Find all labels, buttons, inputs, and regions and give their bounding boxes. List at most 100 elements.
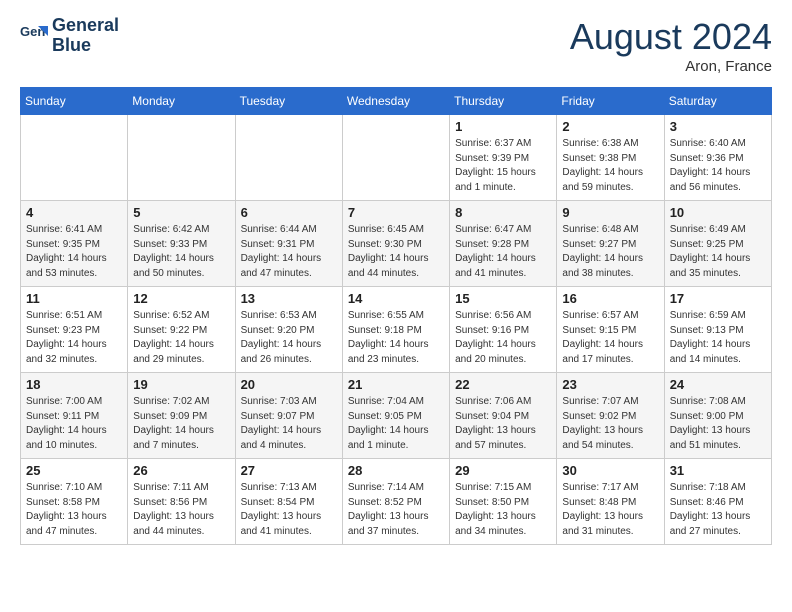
calendar-cell <box>342 115 449 201</box>
day-number: 20 <box>241 377 337 392</box>
day-number: 27 <box>241 463 337 478</box>
calendar-cell: 26Sunrise: 7:11 AM Sunset: 8:56 PM Dayli… <box>128 459 235 545</box>
day-number: 23 <box>562 377 658 392</box>
day-number: 30 <box>562 463 658 478</box>
calendar-cell: 22 Sunrise: 7:06 AM Sunset: 9:04 PM Dayli… <box>450 373 557 459</box>
calendar-cell: 23 Sunrise: 7:07 AM Sunset: 9:02 PM Dayli… <box>557 373 664 459</box>
month-title: August 2024 <box>570 16 772 58</box>
day-number: 1 <box>455 119 551 134</box>
day-info: Sunrise: 6:37 AM Sunset: 9:39 PM Dayligh… <box>455 137 551 195</box>
logo-text: General Blue <box>52 16 119 56</box>
calendar-cell: 16Sunrise: 6:57 AM Sunset: 9:15 PM Dayli… <box>557 287 664 373</box>
calendar-cell: 31Sunrise: 7:18 AM Sunset: 8:46 PM Dayli… <box>664 459 771 545</box>
calendar-cell: 12 Sunrise: 6:52 AM Sunset: 9:22 PM Dayli… <box>128 287 235 373</box>
day-info: Sunrise: 6:55 AM Sunset: 9:18 PM Dayligh… <box>348 309 444 367</box>
day-info: Sunrise: 7:07 AM Sunset: 9:02 PM Dayligh… <box>562 395 658 453</box>
day-info: Sunrise: 6:57 AM Sunset: 9:15 PM Dayligh… <box>562 309 658 367</box>
day-info: Sunrise: 6:47 AM Sunset: 9:28 PM Dayligh… <box>455 223 551 281</box>
day-info: Sunrise: 6:42 AM Sunset: 9:33 PM Dayligh… <box>133 223 229 281</box>
day-info: Sunrise: 7:17 AM Sunset: 8:48 PM Dayligh… <box>562 481 658 539</box>
day-info: Sunrise: 6:41 AM Sunset: 9:35 PM Dayligh… <box>26 223 122 281</box>
logo-icon: Gen <box>20 22 48 50</box>
weekday-header: Thursday <box>450 88 557 115</box>
day-number: 8 <box>455 205 551 220</box>
day-info: Sunrise: 7:04 AM Sunset: 9:05 PM Dayligh… <box>348 395 444 453</box>
day-info: Sunrise: 7:06 AM Sunset: 9:04 PM Dayligh… <box>455 395 551 453</box>
day-info: Sunrise: 6:51 AM Sunset: 9:23 PM Dayligh… <box>26 309 122 367</box>
day-info: Sunrise: 7:13 AM Sunset: 8:54 PM Dayligh… <box>241 481 337 539</box>
day-info: Sunrise: 6:52 AM Sunset: 9:22 PM Dayligh… <box>133 309 229 367</box>
calendar-cell: 10 Sunrise: 6:49 AM Sunset: 9:25 PM Dayli… <box>664 201 771 287</box>
calendar-cell: 24 Sunrise: 7:08 AM Sunset: 9:00 PM Dayli… <box>664 373 771 459</box>
location: Aron, France <box>570 58 772 75</box>
logo: Gen General Blue <box>20 16 119 56</box>
day-number: 24 <box>670 377 766 392</box>
day-number: 17 <box>670 291 766 306</box>
day-info: Sunrise: 7:02 AM Sunset: 9:09 PM Dayligh… <box>133 395 229 453</box>
day-number: 29 <box>455 463 551 478</box>
day-number: 11 <box>26 291 122 306</box>
weekday-header: Wednesday <box>342 88 449 115</box>
calendar-cell: 21Sunrise: 7:04 AM Sunset: 9:05 PM Dayli… <box>342 373 449 459</box>
day-number: 25 <box>26 463 122 478</box>
calendar-cell: 28 Sunrise: 7:14 AM Sunset: 8:52 PM Dayli… <box>342 459 449 545</box>
calendar-table: SundayMondayTuesdayWednesdayThursdayFrid… <box>20 87 772 545</box>
day-info: Sunrise: 6:53 AM Sunset: 9:20 PM Dayligh… <box>241 309 337 367</box>
calendar-cell: 1 Sunrise: 6:37 AM Sunset: 9:39 PM Daylig… <box>450 115 557 201</box>
calendar-cell: 9 Sunrise: 6:48 AM Sunset: 9:27 PM Daylig… <box>557 201 664 287</box>
calendar-cell <box>128 115 235 201</box>
day-number: 22 <box>455 377 551 392</box>
calendar-cell: 18Sunrise: 7:00 AM Sunset: 9:11 PM Dayli… <box>21 373 128 459</box>
calendar-cell: 4 Sunrise: 6:41 AM Sunset: 9:35 PM Daylig… <box>21 201 128 287</box>
calendar-cell: 5 Sunrise: 6:42 AM Sunset: 9:33 PM Daylig… <box>128 201 235 287</box>
calendar-cell <box>21 115 128 201</box>
weekday-header: Monday <box>128 88 235 115</box>
day-number: 13 <box>241 291 337 306</box>
day-info: Sunrise: 6:44 AM Sunset: 9:31 PM Dayligh… <box>241 223 337 281</box>
calendar-cell: 17Sunrise: 6:59 AM Sunset: 9:13 PM Dayli… <box>664 287 771 373</box>
day-info: Sunrise: 7:10 AM Sunset: 8:58 PM Dayligh… <box>26 481 122 539</box>
day-info: Sunrise: 7:14 AM Sunset: 8:52 PM Dayligh… <box>348 481 444 539</box>
day-number: 6 <box>241 205 337 220</box>
day-info: Sunrise: 6:49 AM Sunset: 9:25 PM Dayligh… <box>670 223 766 281</box>
day-info: Sunrise: 7:00 AM Sunset: 9:11 PM Dayligh… <box>26 395 122 453</box>
calendar-cell: 2Sunrise: 6:38 AM Sunset: 9:38 PM Daylig… <box>557 115 664 201</box>
calendar-cell: 13 Sunrise: 6:53 AM Sunset: 9:20 PM Dayli… <box>235 287 342 373</box>
calendar-cell: 14 Sunrise: 6:55 AM Sunset: 9:18 PM Dayli… <box>342 287 449 373</box>
day-info: Sunrise: 6:56 AM Sunset: 9:16 PM Dayligh… <box>455 309 551 367</box>
day-number: 12 <box>133 291 229 306</box>
day-number: 14 <box>348 291 444 306</box>
calendar-cell: 11 Sunrise: 6:51 AM Sunset: 9:23 PM Dayli… <box>21 287 128 373</box>
calendar-cell <box>235 115 342 201</box>
day-info: Sunrise: 6:48 AM Sunset: 9:27 PM Dayligh… <box>562 223 658 281</box>
calendar-cell: 7 Sunrise: 6:45 AM Sunset: 9:30 PM Daylig… <box>342 201 449 287</box>
page-header: Gen General Blue August 2024 Aron, Franc… <box>20 16 772 75</box>
calendar-cell: 25 Sunrise: 7:10 AM Sunset: 8:58 PM Dayli… <box>21 459 128 545</box>
day-info: Sunrise: 7:08 AM Sunset: 9:00 PM Dayligh… <box>670 395 766 453</box>
day-info: Sunrise: 7:15 AM Sunset: 8:50 PM Dayligh… <box>455 481 551 539</box>
day-info: Sunrise: 7:18 AM Sunset: 8:46 PM Dayligh… <box>670 481 766 539</box>
day-info: Sunrise: 6:45 AM Sunset: 9:30 PM Dayligh… <box>348 223 444 281</box>
day-number: 9 <box>562 205 658 220</box>
weekday-header: Sunday <box>21 88 128 115</box>
title-block: August 2024 Aron, France <box>570 16 772 75</box>
weekday-header: Saturday <box>664 88 771 115</box>
calendar-cell: 20Sunrise: 7:03 AM Sunset: 9:07 PM Dayli… <box>235 373 342 459</box>
calendar-cell: 15 Sunrise: 6:56 AM Sunset: 9:16 PM Dayli… <box>450 287 557 373</box>
calendar-cell: 29 Sunrise: 7:15 AM Sunset: 8:50 PM Dayli… <box>450 459 557 545</box>
day-number: 7 <box>348 205 444 220</box>
day-number: 5 <box>133 205 229 220</box>
calendar-cell: 3Sunrise: 6:40 AM Sunset: 9:36 PM Daylig… <box>664 115 771 201</box>
day-number: 10 <box>670 205 766 220</box>
day-number: 15 <box>455 291 551 306</box>
weekday-header: Friday <box>557 88 664 115</box>
calendar-body: 1 Sunrise: 6:37 AM Sunset: 9:39 PM Daylig… <box>21 115 772 545</box>
calendar-cell: 19 Sunrise: 7:02 AM Sunset: 9:09 PM Dayli… <box>128 373 235 459</box>
day-number: 19 <box>133 377 229 392</box>
day-number: 28 <box>348 463 444 478</box>
day-number: 2 <box>562 119 658 134</box>
calendar-cell: 6 Sunrise: 6:44 AM Sunset: 9:31 PM Daylig… <box>235 201 342 287</box>
weekday-header: Tuesday <box>235 88 342 115</box>
day-number: 26 <box>133 463 229 478</box>
day-number: 4 <box>26 205 122 220</box>
